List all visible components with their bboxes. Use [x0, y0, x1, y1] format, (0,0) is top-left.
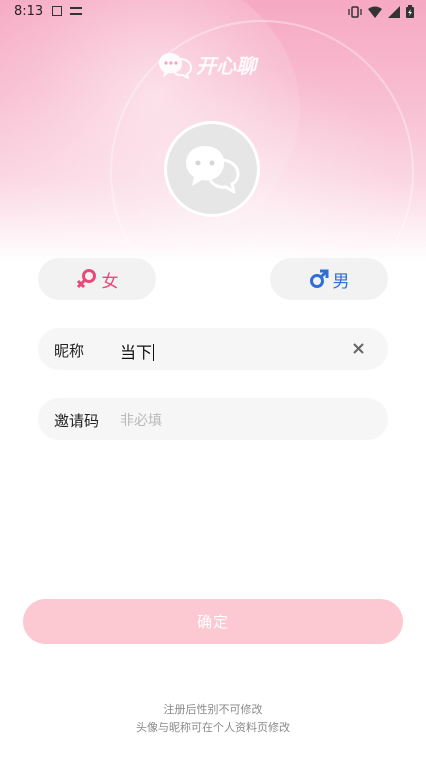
- nickname-value: 当下: [120, 343, 153, 362]
- female-gender-button[interactable]: 女: [38, 258, 156, 300]
- nickname-field[interactable]: 昵称 当下: [38, 328, 388, 370]
- invite-code-input[interactable]: 非必填: [120, 410, 162, 430]
- nickname-label: 昵称: [54, 342, 85, 360]
- invite-code-label: 邀请码: [54, 412, 100, 430]
- male-symbol-icon: [309, 269, 328, 288]
- vibrate-icon: [348, 5, 362, 18]
- invite-code-field[interactable]: 邀请码 非必填: [38, 398, 388, 440]
- signal-icon: [388, 5, 400, 18]
- profile-note: 头像与昵称可在个人资料页修改: [136, 721, 290, 734]
- female-symbol-icon: [76, 269, 96, 289]
- nickname-input[interactable]: 当下: [120, 339, 155, 363]
- battery-icon: [406, 5, 414, 18]
- avatar-upload[interactable]: [164, 121, 260, 217]
- notification-icons: [52, 6, 82, 16]
- male-gender-button[interactable]: 男: [270, 258, 388, 300]
- confirm-button[interactable]: 确定: [23, 599, 403, 644]
- app-notification-icon: [52, 6, 62, 16]
- gender-note: 注册后性别不可修改: [163, 703, 263, 716]
- chat-bubble-logo-icon: [159, 52, 192, 79]
- keyboard-notification-icon: [70, 7, 82, 15]
- app-logo: 开心聊: [158, 50, 256, 79]
- system-icons: [348, 5, 414, 18]
- close-icon: [352, 342, 364, 354]
- wifi-icon: [368, 6, 382, 18]
- female-label: 女: [101, 271, 119, 292]
- status-bar: 8:13: [0, 0, 426, 24]
- text-caret: [153, 344, 155, 361]
- clear-nickname-button[interactable]: [348, 338, 368, 358]
- app-logo-text: 开心聊: [196, 54, 256, 78]
- chat-avatar-placeholder-icon: [186, 146, 240, 194]
- male-label: 男: [332, 271, 350, 292]
- status-time: 8:13: [14, 4, 44, 19]
